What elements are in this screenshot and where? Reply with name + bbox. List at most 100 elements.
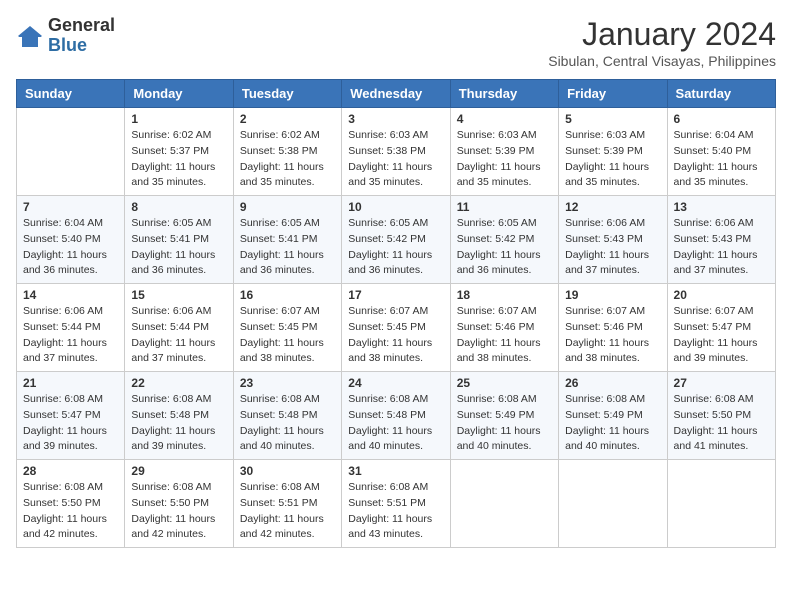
day-info: Sunrise: 6:04 AMSunset: 5:40 PMDaylight:… — [23, 216, 118, 279]
day-number: 11 — [457, 200, 552, 214]
day-number: 26 — [565, 376, 660, 390]
logo-text: General Blue — [48, 16, 115, 56]
page-header: General Blue January 2024 Sibulan, Centr… — [16, 16, 776, 69]
calendar-cell: 31 Sunrise: 6:08 AMSunset: 5:51 PMDayligh… — [342, 460, 450, 548]
day-info: Sunrise: 6:05 AMSunset: 5:41 PMDaylight:… — [131, 216, 226, 279]
calendar-week-row: 7Sunrise: 6:04 AMSunset: 5:40 PMDaylight… — [17, 196, 776, 284]
day-number: 22 — [131, 376, 226, 390]
day-info: Sunrise: 6:06 AMSunset: 5:44 PMDaylight:… — [23, 304, 118, 367]
calendar-cell: 10Sunrise: 6:05 AMSunset: 5:42 PMDayligh… — [342, 196, 450, 284]
month-title: January 2024 — [548, 16, 776, 53]
day-number: 19 — [565, 288, 660, 302]
day-info: Sunrise: 6:03 AMSunset: 5:39 PMDaylight:… — [457, 128, 552, 191]
day-info: Sunrise: 6:03 AMSunset: 5:38 PMDaylight:… — [348, 128, 443, 191]
calendar-cell: 17Sunrise: 6:07 AMSunset: 5:45 PMDayligh… — [342, 284, 450, 372]
calendar-cell — [450, 460, 558, 548]
day-info: Sunrise: 6:08 AMSunset: 5:48 PMDaylight:… — [131, 392, 226, 455]
calendar-table: SundayMondayTuesdayWednesdayThursdayFrid… — [16, 79, 776, 548]
weekday-header-row: SundayMondayTuesdayWednesdayThursdayFrid… — [17, 80, 776, 108]
day-info: Sunrise: 6:08 AMSunset: 5:49 PMDaylight:… — [565, 392, 660, 455]
day-info: Sunrise: 6:08 AMSunset: 5:51 PMDaylight:… — [348, 480, 443, 543]
day-number: 18 — [457, 288, 552, 302]
day-number: 24 — [348, 376, 443, 390]
calendar-week-row: 21Sunrise: 6:08 AMSunset: 5:47 PMDayligh… — [17, 372, 776, 460]
day-number: 16 — [240, 288, 335, 302]
day-number: 27 — [674, 376, 769, 390]
calendar-cell — [667, 460, 775, 548]
day-info: Sunrise: 6:05 AMSunset: 5:42 PMDaylight:… — [457, 216, 552, 279]
calendar-cell: 13 Sunrise: 6:06 AMSunset: 5:43 PMDayligh… — [667, 196, 775, 284]
day-info: Sunrise: 6:08 AMSunset: 5:48 PMDaylight:… — [240, 392, 335, 455]
calendar-cell: 6 Sunrise: 6:04 AMSunset: 5:40 PMDaylight… — [667, 108, 775, 196]
day-number: 29 — [131, 464, 226, 478]
calendar-cell: 26 Sunrise: 6:08 AMSunset: 5:49 PMDayligh… — [559, 372, 667, 460]
calendar-week-row: 1 Sunrise: 6:02 AMSunset: 5:37 PMDaylight… — [17, 108, 776, 196]
day-info: Sunrise: 6:07 AMSunset: 5:47 PMDaylight:… — [674, 304, 769, 367]
day-number: 15 — [131, 288, 226, 302]
day-info: Sunrise: 6:08 AMSunset: 5:50 PMDaylight:… — [23, 480, 118, 543]
day-info: Sunrise: 6:03 AMSunset: 5:39 PMDaylight:… — [565, 128, 660, 191]
calendar-cell: 28Sunrise: 6:08 AMSunset: 5:50 PMDayligh… — [17, 460, 125, 548]
day-number: 25 — [457, 376, 552, 390]
calendar-cell: 20 Sunrise: 6:07 AMSunset: 5:47 PMDayligh… — [667, 284, 775, 372]
calendar-cell: 16 Sunrise: 6:07 AMSunset: 5:45 PMDayligh… — [233, 284, 341, 372]
calendar-cell: 30 Sunrise: 6:08 AMSunset: 5:51 PMDayligh… — [233, 460, 341, 548]
calendar-cell: 18 Sunrise: 6:07 AMSunset: 5:46 PMDayligh… — [450, 284, 558, 372]
calendar-cell: 3Sunrise: 6:03 AMSunset: 5:38 PMDaylight… — [342, 108, 450, 196]
day-info: Sunrise: 6:08 AMSunset: 5:51 PMDaylight:… — [240, 480, 335, 543]
logo-general: General — [48, 16, 115, 36]
weekday-header-tuesday: Tuesday — [233, 80, 341, 108]
calendar-week-row: 14 Sunrise: 6:06 AMSunset: 5:44 PMDayligh… — [17, 284, 776, 372]
logo: General Blue — [16, 16, 115, 56]
calendar-cell: 22 Sunrise: 6:08 AMSunset: 5:48 PMDayligh… — [125, 372, 233, 460]
day-info: Sunrise: 6:02 AMSunset: 5:37 PMDaylight:… — [131, 128, 226, 191]
day-info: Sunrise: 6:05 AMSunset: 5:41 PMDaylight:… — [240, 216, 335, 279]
day-number: 14 — [23, 288, 118, 302]
weekday-header-friday: Friday — [559, 80, 667, 108]
calendar-header: SundayMondayTuesdayWednesdayThursdayFrid… — [17, 80, 776, 108]
calendar-cell: 23 Sunrise: 6:08 AMSunset: 5:48 PMDayligh… — [233, 372, 341, 460]
day-info: Sunrise: 6:06 AMSunset: 5:44 PMDaylight:… — [131, 304, 226, 367]
calendar-cell: 8Sunrise: 6:05 AMSunset: 5:41 PMDaylight… — [125, 196, 233, 284]
day-number: 6 — [674, 112, 769, 126]
calendar-cell: 7Sunrise: 6:04 AMSunset: 5:40 PMDaylight… — [17, 196, 125, 284]
calendar-cell: 11 Sunrise: 6:05 AMSunset: 5:42 PMDayligh… — [450, 196, 558, 284]
day-number: 20 — [674, 288, 769, 302]
calendar-cell: 1 Sunrise: 6:02 AMSunset: 5:37 PMDaylight… — [125, 108, 233, 196]
weekday-header-sunday: Sunday — [17, 80, 125, 108]
calendar-cell: 27 Sunrise: 6:08 AMSunset: 5:50 PMDayligh… — [667, 372, 775, 460]
day-number: 23 — [240, 376, 335, 390]
day-info: Sunrise: 6:08 AMSunset: 5:50 PMDaylight:… — [674, 392, 769, 455]
day-number: 5 — [565, 112, 660, 126]
calendar-cell: 4 Sunrise: 6:03 AMSunset: 5:39 PMDaylight… — [450, 108, 558, 196]
day-info: Sunrise: 6:07 AMSunset: 5:46 PMDaylight:… — [565, 304, 660, 367]
calendar-body: 1 Sunrise: 6:02 AMSunset: 5:37 PMDaylight… — [17, 108, 776, 548]
day-number: 31 — [348, 464, 443, 478]
day-number: 13 — [674, 200, 769, 214]
day-number: 4 — [457, 112, 552, 126]
title-section: January 2024 Sibulan, Central Visayas, P… — [548, 16, 776, 69]
day-number: 1 — [131, 112, 226, 126]
day-info: Sunrise: 6:02 AMSunset: 5:38 PMDaylight:… — [240, 128, 335, 191]
weekday-header-thursday: Thursday — [450, 80, 558, 108]
calendar-cell: 5 Sunrise: 6:03 AMSunset: 5:39 PMDaylight… — [559, 108, 667, 196]
day-info: Sunrise: 6:06 AMSunset: 5:43 PMDaylight:… — [674, 216, 769, 279]
location-title: Sibulan, Central Visayas, Philippines — [548, 53, 776, 69]
day-number: 30 — [240, 464, 335, 478]
weekday-header-monday: Monday — [125, 80, 233, 108]
day-info: Sunrise: 6:07 AMSunset: 5:45 PMDaylight:… — [240, 304, 335, 367]
day-number: 10 — [348, 200, 443, 214]
day-number: 21 — [23, 376, 118, 390]
logo-icon — [16, 23, 44, 51]
calendar-cell: 14 Sunrise: 6:06 AMSunset: 5:44 PMDayligh… — [17, 284, 125, 372]
day-number: 2 — [240, 112, 335, 126]
day-info: Sunrise: 6:08 AMSunset: 5:50 PMDaylight:… — [131, 480, 226, 543]
calendar-cell: 19 Sunrise: 6:07 AMSunset: 5:46 PMDayligh… — [559, 284, 667, 372]
day-info: Sunrise: 6:07 AMSunset: 5:46 PMDaylight:… — [457, 304, 552, 367]
day-number: 9 — [240, 200, 335, 214]
day-info: Sunrise: 6:04 AMSunset: 5:40 PMDaylight:… — [674, 128, 769, 191]
day-info: Sunrise: 6:08 AMSunset: 5:48 PMDaylight:… — [348, 392, 443, 455]
calendar-cell: 21Sunrise: 6:08 AMSunset: 5:47 PMDayligh… — [17, 372, 125, 460]
weekday-header-wednesday: Wednesday — [342, 80, 450, 108]
day-info: Sunrise: 6:06 AMSunset: 5:43 PMDaylight:… — [565, 216, 660, 279]
